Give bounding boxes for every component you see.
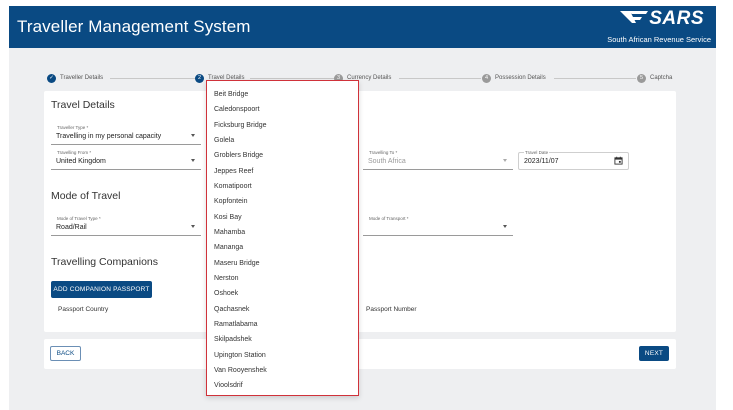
step-number: 5 <box>637 73 646 83</box>
dropdown-option[interactable]: Ficksburg Bridge <box>214 122 267 129</box>
caret-down-icon <box>191 134 195 137</box>
field-value: United Kingdom <box>56 158 106 165</box>
travel-details-title: Travel Details <box>51 99 115 111</box>
step-connector <box>250 78 334 79</box>
calendar-icon[interactable] <box>614 156 623 165</box>
dropdown-option[interactable]: Beit Bridge <box>214 91 248 98</box>
mode-of-travel-type-select[interactable]: Mode of Travel Type * Road/Rail <box>51 216 201 236</box>
add-companion-passport-button[interactable]: ADD COMPANION PASSPORT <box>51 281 152 298</box>
travelling-from-select[interactable]: Travelling From * United Kingdom <box>51 150 201 170</box>
progress-stepper: ✓ Traveller Details 2 Travel Details 3 C… <box>44 72 676 84</box>
dropdown-option[interactable]: Ramatlabama <box>214 321 258 328</box>
sars-logo-icon <box>620 11 648 23</box>
dropdown-option[interactable]: Nerston <box>214 275 239 282</box>
dropdown-option[interactable]: Vioolsdrif <box>214 382 243 389</box>
field-label: Travelling To * <box>368 150 399 155</box>
navigation-bar: BACK NEXT <box>44 339 676 369</box>
traveller-type-select[interactable]: Traveller Type * Travelling in my person… <box>51 125 201 145</box>
field-label: Traveller Type * <box>56 125 90 130</box>
step-number: 2 <box>195 73 204 83</box>
field-value: Road/Rail <box>56 224 87 231</box>
step-connector <box>554 78 636 79</box>
dropdown-option[interactable]: Mahamba <box>214 229 245 236</box>
back-button[interactable]: BACK <box>50 346 81 361</box>
dropdown-option[interactable]: Jeppes Reef <box>214 168 253 175</box>
check-icon: ✓ <box>47 73 56 83</box>
column-header-passport-number: Passport Number <box>366 306 417 313</box>
dropdown-option[interactable]: Van Rooyenshek <box>214 367 267 374</box>
dropdown-option[interactable]: Groblers Bridge <box>214 152 263 159</box>
step-possession-details[interactable]: 4 Possession Details <box>482 72 546 84</box>
field-value: Travelling in my personal capacity <box>56 133 162 140</box>
dropdown-option[interactable]: Oshoek <box>214 290 238 297</box>
dropdown-option[interactable]: Skilpadshek <box>214 336 252 343</box>
travelling-to-select[interactable]: Travelling To * South Africa <box>363 150 513 170</box>
dropdown-option[interactable]: Mananga <box>214 244 243 251</box>
dropdown-option[interactable]: Kosi Bay <box>214 214 242 221</box>
dropdown-option[interactable]: Komatipoort <box>214 183 252 190</box>
step-label: Traveller Details <box>60 75 104 81</box>
caret-down-icon <box>191 225 195 228</box>
step-label: Possession Details <box>495 75 546 81</box>
step-connector <box>110 78 196 79</box>
form-card: Travel Details Traveller Type * Travelli… <box>44 91 676 332</box>
port-dropdown-list[interactable]: Beit Bridge Caledonspoort Ficksburg Brid… <box>206 80 359 396</box>
step-connector <box>399 78 481 79</box>
step-captcha[interactable]: 5 Captcha <box>637 72 672 84</box>
field-value: South Africa <box>368 158 406 165</box>
field-value: 2023/11/07 <box>524 158 559 165</box>
dropdown-option[interactable]: Caledonspoort <box>214 106 260 113</box>
app-header: Traveller Management System SARS South A… <box>9 6 716 48</box>
field-label: Mode of Travel Type * <box>56 216 102 221</box>
column-header-passport-country: Passport Country <box>58 306 109 313</box>
field-label: Travelling From * <box>56 150 93 155</box>
sars-logo-text: SARS <box>649 8 704 29</box>
app-title: Traveller Management System <box>17 17 251 36</box>
mode-of-travel-title: Mode of Travel <box>51 190 121 202</box>
mode-of-transport-select[interactable]: Mode of Transport * <box>363 216 513 236</box>
caret-down-icon <box>191 159 195 162</box>
next-button[interactable]: NEXT <box>639 346 669 361</box>
caret-down-icon <box>503 159 507 162</box>
dropdown-option[interactable]: Golela <box>214 137 234 144</box>
header-subtitle: South African Revenue Service <box>607 35 711 44</box>
dropdown-option[interactable]: Kopfontein <box>214 198 247 205</box>
dropdown-option[interactable]: Upington Station <box>214 352 266 359</box>
step-traveller-details[interactable]: ✓ Traveller Details <box>47 72 103 84</box>
dropdown-option[interactable]: Qachasnek <box>214 306 249 313</box>
dropdown-option[interactable]: Maseru Bridge <box>214 260 260 267</box>
step-number: 4 <box>482 73 491 83</box>
field-label: Mode of Transport * <box>368 216 410 221</box>
travelling-companions-title: Travelling Companions <box>51 256 158 268</box>
step-label: Captcha <box>650 75 673 81</box>
caret-down-icon <box>503 225 507 228</box>
field-label: Travel Date <box>524 150 550 155</box>
travel-date-field[interactable]: Travel Date 2023/11/07 <box>518 150 629 170</box>
